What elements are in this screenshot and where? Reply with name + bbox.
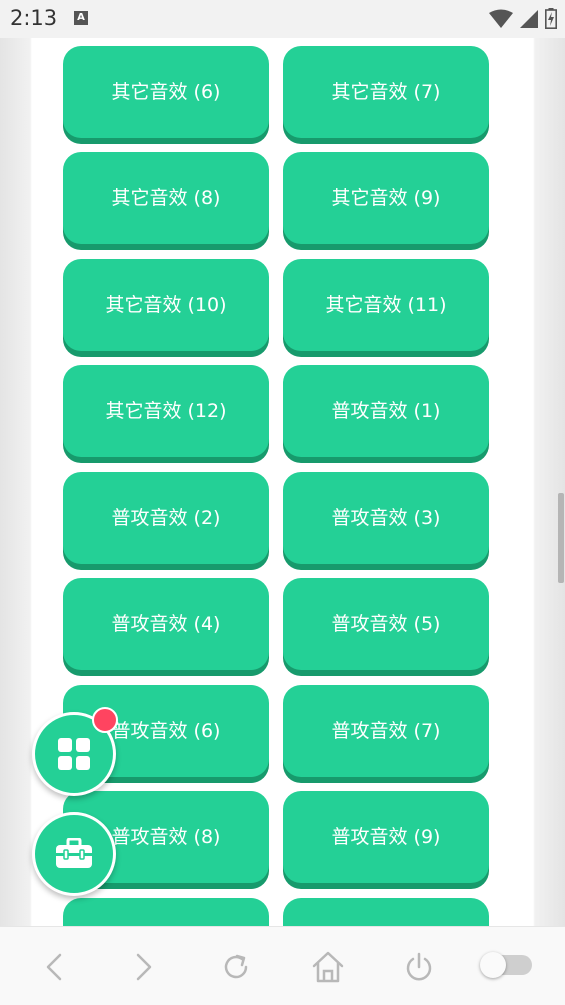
sound-button[interactable]: 普攻音效 (7) bbox=[283, 685, 489, 777]
status-icons bbox=[489, 8, 557, 29]
sound-button[interactable]: 其它音效 (6) bbox=[63, 46, 269, 138]
sound-button[interactable]: 普攻音效 (1) bbox=[283, 365, 489, 457]
sound-button[interactable] bbox=[283, 898, 489, 926]
sound-button[interactable]: 其它音效 (12) bbox=[63, 365, 269, 457]
sound-button[interactable]: 普攻音效 (3) bbox=[283, 472, 489, 564]
scrollbar-thumb[interactable] bbox=[558, 493, 564, 583]
battery-icon bbox=[545, 8, 557, 29]
back-button[interactable] bbox=[34, 947, 74, 987]
sound-button[interactable]: 其它音效 (11) bbox=[283, 259, 489, 351]
grid-icon bbox=[58, 738, 90, 770]
refresh-icon bbox=[224, 954, 248, 979]
sound-button[interactable]: 普攻音效 (5) bbox=[283, 578, 489, 670]
sound-button[interactable]: 普攻音效 (2) bbox=[63, 472, 269, 564]
power-button[interactable] bbox=[399, 947, 439, 987]
toolbox-fab-button[interactable] bbox=[32, 812, 116, 896]
forward-icon bbox=[136, 953, 152, 981]
sound-button[interactable]: 其它音效 (10) bbox=[63, 259, 269, 351]
home-icon bbox=[312, 951, 344, 983]
toggle-switch[interactable] bbox=[480, 952, 532, 978]
sound-button-grid: 其它音效 (6) 其它音效 (7) 其它音效 (8) 其它音效 (9) 其它音效 (10… bbox=[32, 38, 533, 926]
sound-button[interactable]: 其它音效 (9) bbox=[283, 152, 489, 244]
sound-button[interactable]: 普攻音效 (4) bbox=[63, 578, 269, 670]
refresh-button[interactable] bbox=[216, 947, 256, 987]
power-icon bbox=[406, 952, 432, 981]
sound-button[interactable]: 普攻音效 (9) bbox=[283, 791, 489, 883]
toggle-knob bbox=[480, 952, 506, 978]
sound-button[interactable]: 其它音效 (8) bbox=[63, 152, 269, 244]
sound-button[interactable]: 其它音效 (7) bbox=[283, 46, 489, 138]
signal-icon bbox=[520, 9, 538, 28]
toolbox-icon bbox=[56, 838, 92, 868]
status-bar: 2:13 A bbox=[0, 0, 565, 38]
notification-badge bbox=[92, 707, 118, 733]
keyboard-a-icon: A bbox=[74, 11, 88, 25]
status-time: 2:13 bbox=[10, 6, 58, 30]
back-icon bbox=[46, 953, 62, 981]
wifi-icon bbox=[489, 9, 513, 28]
forward-button[interactable] bbox=[124, 947, 164, 987]
sound-button[interactable] bbox=[63, 898, 269, 926]
home-button[interactable] bbox=[308, 947, 348, 987]
